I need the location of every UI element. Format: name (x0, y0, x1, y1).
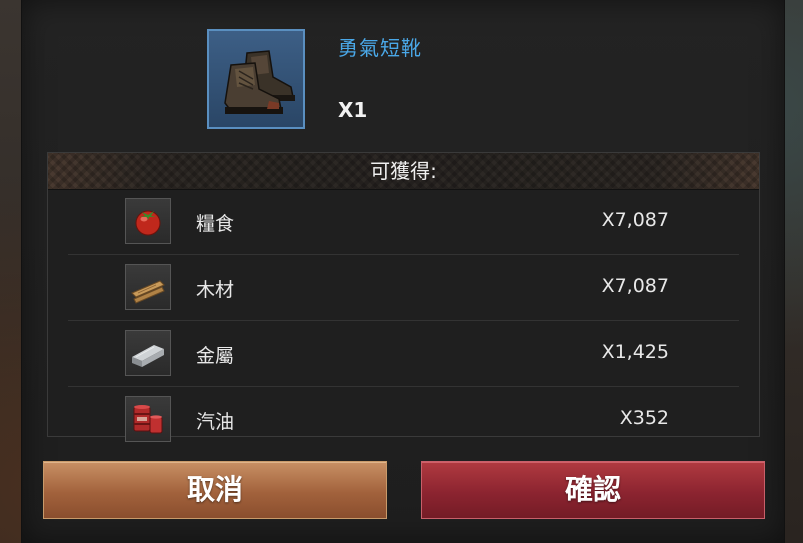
confirm-dialog: 勇氣短靴 X1 可獲得: 糧食 X7,087 木材 X7,087 金屬 X1,4… (22, 0, 784, 543)
item-quantity: X1 (338, 98, 368, 122)
cancel-button[interactable]: 取消 (43, 461, 387, 519)
item-name: 勇氣短靴 (338, 36, 422, 60)
game-screen: 勇氣短靴 X1 可獲得: 糧食 X7,087 木材 X7,087 金屬 X1,4… (0, 0, 803, 543)
reward-icon-frame (125, 264, 171, 310)
reward-row-wood: 木材 X7,087 (48, 255, 759, 321)
reward-amount: X7,087 (601, 275, 669, 297)
reward-amount: X1,425 (601, 341, 669, 363)
metal-ingot-icon (132, 345, 164, 367)
reward-icon-frame (125, 396, 171, 442)
reward-amount: X352 (619, 407, 669, 429)
reward-row-gasoline: 汽油 X352 (48, 387, 759, 453)
reward-label: 木材 (196, 279, 235, 301)
reward-icon-frame (125, 198, 171, 244)
gasoline-barrel-icon (133, 405, 163, 434)
confirm-button[interactable]: 確認 (421, 461, 765, 519)
rewards-list: 可獲得: 糧食 X7,087 木材 X7,087 金屬 X1,425 汽油 X3… (47, 152, 760, 442)
reward-amount: X7,087 (601, 209, 669, 231)
wood-planks-icon (131, 280, 165, 304)
reward-label: 汽油 (196, 411, 235, 433)
rewards-header: 可獲得: (48, 153, 759, 190)
reward-label: 糧食 (196, 213, 235, 235)
reward-label: 金屬 (196, 345, 235, 367)
item-frame (207, 29, 305, 129)
reward-icon-frame (125, 330, 171, 376)
reward-row-food: 糧食 X7,087 (48, 189, 759, 255)
tomato-food-icon (135, 210, 161, 236)
boots-icon (224, 50, 295, 114)
reward-row-metal: 金屬 X1,425 (48, 321, 759, 387)
